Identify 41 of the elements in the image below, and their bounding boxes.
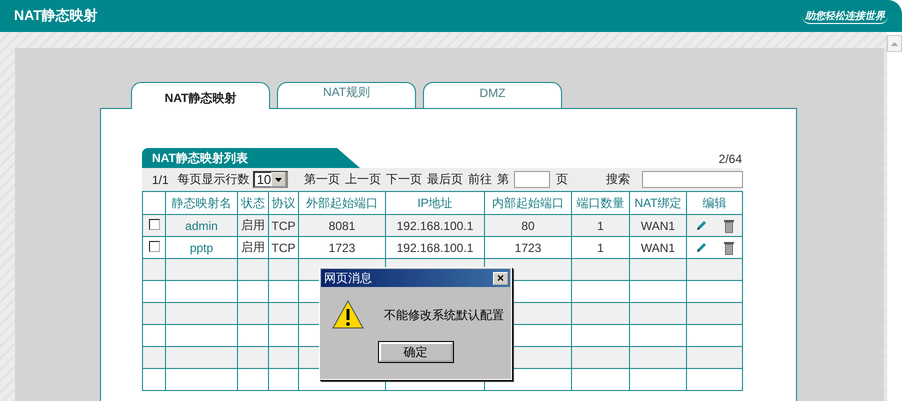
column-header: 协议 bbox=[268, 192, 298, 214]
dialog-message: 不能修改系统默认配置 bbox=[384, 306, 504, 324]
column-header: 状态 bbox=[238, 192, 268, 214]
column-header: NAT绑定 bbox=[630, 192, 686, 214]
column-header: 外部起始端口 bbox=[298, 192, 386, 214]
tab[interactable]: NAT静态映射 bbox=[131, 82, 270, 109]
caret-icon bbox=[275, 178, 282, 182]
column-header: 编辑 bbox=[686, 192, 742, 214]
tab[interactable]: DMZ bbox=[423, 82, 562, 109]
row-checkbox[interactable] bbox=[148, 240, 160, 252]
close-button[interactable]: × bbox=[493, 272, 508, 284]
column-header: 静态映射名 bbox=[166, 192, 238, 214]
page-nav-link[interactable]: 最后页 bbox=[427, 171, 464, 188]
rows-per-page-label: 每页显示行数 bbox=[178, 171, 250, 188]
row-checkbox[interactable] bbox=[148, 218, 160, 230]
dialog-title: 网页消息 bbox=[324, 270, 372, 286]
slogan: 助您轻松连接世界 bbox=[802, 8, 888, 24]
warning-icon bbox=[332, 300, 364, 330]
tab[interactable]: NAT规则 bbox=[277, 82, 416, 109]
trash-icon[interactable] bbox=[722, 240, 735, 254]
pencil-icon[interactable] bbox=[694, 240, 708, 254]
rows-per-page-select[interactable]: 10 bbox=[252, 171, 288, 188]
page-nav-link[interactable]: 上一页 bbox=[345, 171, 382, 188]
search-label: 搜索 bbox=[606, 171, 630, 188]
goto-label: 前往 bbox=[468, 171, 492, 188]
list-title: NAT静态映射列表 bbox=[142, 148, 360, 168]
trash-icon[interactable] bbox=[722, 218, 735, 232]
ok-button[interactable]: 确定 bbox=[378, 342, 452, 362]
page-nav-link[interactable]: 第一页 bbox=[304, 171, 340, 188]
column-header: IP地址 bbox=[386, 192, 484, 214]
pencil-icon[interactable] bbox=[694, 218, 708, 232]
column-header: 内部起始端口 bbox=[484, 192, 572, 214]
page-suffix: 页 bbox=[556, 171, 568, 188]
search-field[interactable] bbox=[642, 171, 744, 188]
page-prefix: 第 bbox=[497, 171, 510, 188]
page-nav-link[interactable]: 下一页 bbox=[386, 171, 422, 188]
page-indicator: 1/1 bbox=[152, 172, 169, 186]
page-title: NAT静态映射 bbox=[14, 7, 98, 25]
entry-count: 2/64 bbox=[718, 152, 742, 166]
page-input[interactable] bbox=[514, 171, 550, 188]
column-header: 端口数量 bbox=[572, 192, 630, 214]
